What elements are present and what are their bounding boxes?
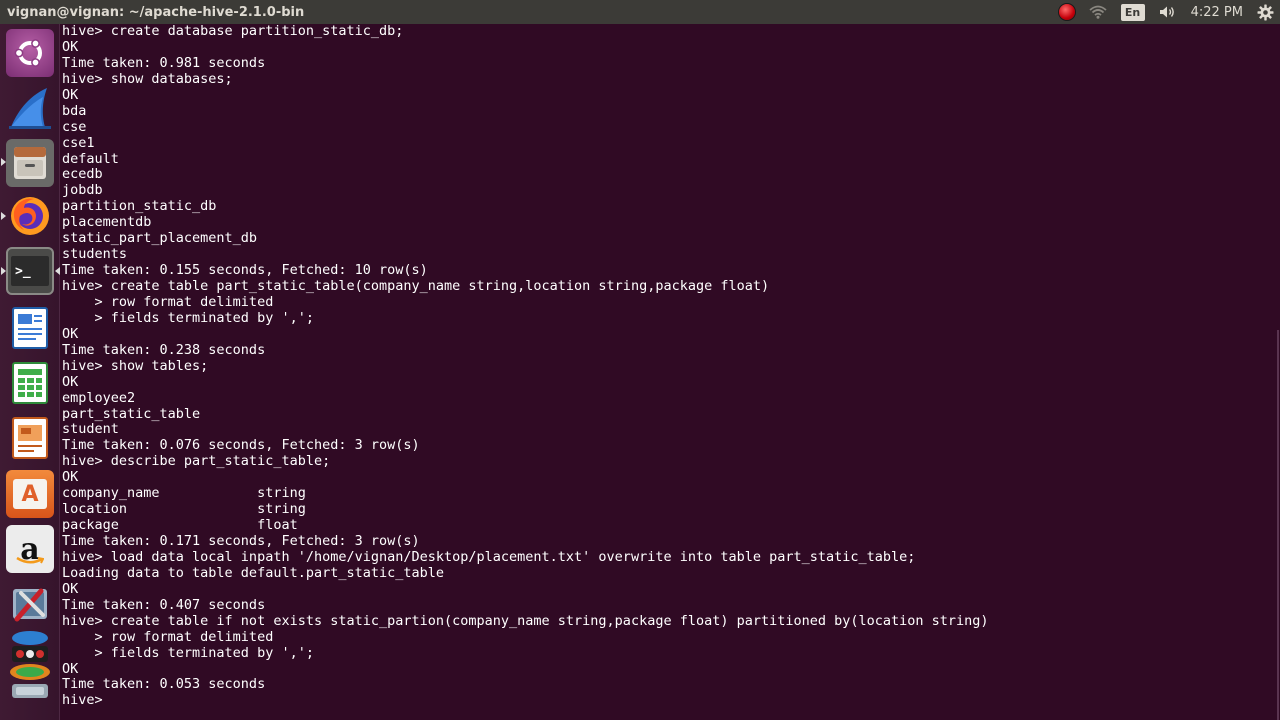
launcher-wireshark-button[interactable] [6, 84, 54, 132]
terminal-line: Time taken: 0.407 seconds [62, 596, 266, 613]
terminal-line: hive> [62, 692, 111, 709]
wireshark-fin-icon [9, 88, 51, 129]
terminal-line: ecedb [62, 166, 103, 183]
terminal-line: part_static_table [62, 405, 201, 422]
launcher-writer-button[interactable] [6, 304, 54, 352]
presentation-icon [12, 417, 48, 459]
terminal-line: cse1 [62, 134, 95, 151]
terminal-line: placementdb [62, 214, 152, 231]
software-center-icon: A [13, 479, 47, 509]
speaker-icon [1159, 6, 1174, 18]
terminal-line: hive> load data local inpath '/home/vign… [62, 548, 916, 565]
window-title: vignan@vignan: ~/apache-hive-2.1.0-bin [7, 4, 305, 20]
launcher-calc-button[interactable] [6, 359, 54, 407]
launcher-impress-button[interactable] [6, 414, 54, 462]
terminal-line: Time taken: 0.171 seconds, Fetched: 3 ro… [62, 533, 420, 549]
terminal-line: OK [62, 469, 79, 486]
terminal-line: package float [62, 517, 298, 534]
terminal-line: hive> show databases; [62, 70, 233, 87]
focused-indicator [55, 267, 60, 275]
launcher-settings-button[interactable] [6, 580, 54, 628]
terminal-line: employee2 [62, 389, 136, 406]
software-center-icon-label: A [21, 481, 39, 507]
top-panel: vignan@vignan: ~/apache-hive-2.1.0-bin E… [0, 0, 1280, 24]
launcher-files-button[interactable] [6, 139, 54, 187]
settings-tools-icon [13, 588, 47, 622]
terminal-line: Time taken: 0.238 seconds [62, 341, 266, 358]
terminal-line: cse [62, 118, 87, 135]
indicator-area: En 4:22 PM [1058, 0, 1280, 24]
terminal-icon: >_ [11, 256, 49, 286]
record-icon [1058, 4, 1075, 20]
terminal-line: default [62, 150, 119, 167]
terminal-line: OK [62, 580, 79, 597]
clock-indicator[interactable]: 4:22 PM [1191, 0, 1243, 24]
terminal-line: company_name string [62, 485, 306, 502]
keyboard-layout-label: En [1120, 3, 1145, 21]
terminal-line: OK [62, 86, 79, 103]
terminal-line: location string [62, 501, 306, 518]
terminal-line: > fields terminated by ','; [62, 644, 314, 661]
terminal-line: hive> create table part_static_table(com… [62, 278, 770, 294]
terminal-line: static_part_placement_db [62, 230, 258, 247]
launcher: >_ A a [0, 24, 60, 720]
app-stack-icon [10, 631, 50, 698]
terminal-line: OK [62, 38, 79, 55]
terminal-line: partition_static_db [62, 198, 217, 215]
session-indicator[interactable] [1257, 0, 1274, 24]
clock-time: 4:22 PM [1190, 4, 1243, 20]
terminal-line: Time taken: 0.076 seconds, Fetched: 3 ro… [62, 437, 420, 454]
terminal-output[interactable]: hive> create database partition_static_d… [61, 23, 1280, 720]
gear-icon [1257, 4, 1274, 20]
terminal-line: hive> describe part_static_table; [62, 453, 331, 470]
terminal-line: students [62, 246, 128, 263]
terminal-scrollbar[interactable] [1277, 330, 1279, 720]
terminal-line: OK [62, 660, 79, 677]
launcher-firefox-button[interactable] [6, 192, 54, 240]
launcher-terminal-button[interactable]: >_ [6, 247, 54, 295]
amazon-smile-icon [16, 557, 44, 564]
launcher-amazon-button[interactable]: a [6, 525, 54, 573]
terminal-icon-label: >_ [15, 263, 31, 279]
terminal-line: OK [62, 373, 79, 390]
sound-indicator[interactable] [1159, 0, 1177, 24]
terminal-line: > row format delimited [62, 628, 274, 645]
terminal-line: Loading data to table default.part_stati… [62, 564, 445, 581]
recording-indicator[interactable] [1058, 0, 1075, 24]
terminal-line: Time taken: 0.155 seconds, Fetched: 10 r… [62, 262, 428, 279]
file-cabinet-icon [14, 147, 46, 179]
terminal-line: > row format delimited [62, 293, 274, 310]
terminal-line: Time taken: 0.981 seconds [62, 54, 266, 71]
terminal-line: OK [62, 325, 79, 342]
launcher-app-stack[interactable] [6, 628, 54, 708]
terminal-line: jobdb [62, 182, 103, 199]
terminal-line: hive> show tables; [62, 357, 209, 374]
document-icon [12, 307, 48, 349]
terminal-line: Time taken: 0.053 seconds [62, 676, 266, 693]
network-indicator[interactable] [1089, 0, 1107, 24]
keyboard-layout-indicator[interactable]: En [1120, 0, 1145, 24]
terminal-line: bda [62, 102, 87, 119]
terminal-line: hive> create table if not exists static_… [62, 612, 989, 629]
firefox-icon [11, 197, 49, 235]
amazon-icon: a [10, 529, 50, 569]
terminal-line: student [62, 421, 119, 438]
terminal-line: hive> create database partition_static_d… [62, 23, 404, 39]
launcher-software-button[interactable]: A [6, 470, 54, 518]
terminal-line: > fields terminated by ','; [62, 309, 314, 326]
wifi-icon [1089, 5, 1107, 19]
launcher-ubuntu-button[interactable] [6, 29, 54, 77]
ubuntu-logo-icon [14, 39, 42, 67]
spreadsheet-icon [12, 362, 48, 404]
